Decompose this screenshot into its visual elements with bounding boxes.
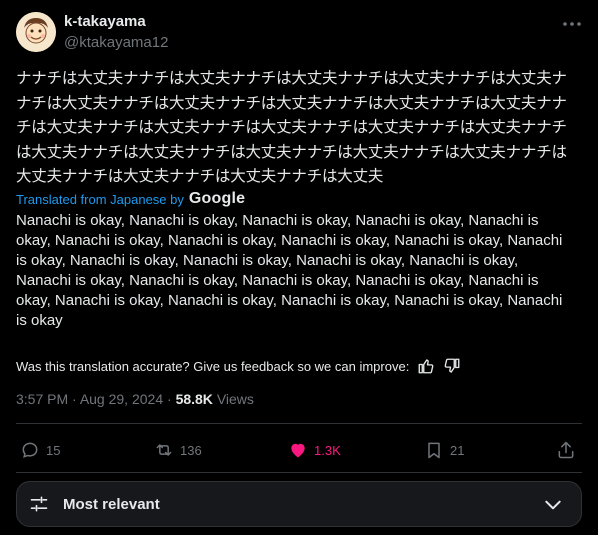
post-time[interactable]: 3:57 PM [16, 391, 68, 407]
bookmark-count: 21 [450, 442, 465, 458]
bookmark-button[interactable]: 21 [424, 438, 464, 462]
reply-button[interactable]: 15 [20, 438, 60, 462]
divider [16, 423, 582, 424]
translated-text: Nanachi is okay, Nanachi is okay, Nanach… [16, 212, 563, 329]
author-handle[interactable]: @ktakayama12 [64, 34, 168, 51]
views-count: 58.8K [175, 391, 213, 407]
post-date[interactable]: Aug 29, 2024 [80, 391, 163, 407]
chevron-down-icon [545, 500, 561, 510]
share-button[interactable] [556, 438, 576, 462]
repost-count: 136 [180, 442, 202, 458]
translated-from-label: Translated from Japanese by [16, 191, 184, 207]
more-options-icon[interactable] [560, 14, 584, 34]
sort-label: Most relevant [63, 495, 160, 513]
thumbs-up-icon[interactable] [417, 357, 435, 375]
post-meta: 3:57 PM · Aug 29, 2024 · 58.8K Views [16, 391, 254, 407]
author-name[interactable]: k-takayama [64, 13, 146, 30]
translation-feedback: Was this translation accurate? Give us f… [16, 357, 461, 375]
filter-sliders-icon [30, 496, 48, 512]
share-icon [558, 441, 574, 459]
meta-separator: · [167, 391, 176, 407]
views-label: Views [216, 391, 254, 407]
feedback-label: Was this translation accurate? Give us f… [16, 358, 410, 374]
post-text: ナナチは大丈夫ナナチは大丈夫ナナチは大丈夫ナナチは大丈夫ナナチは大丈夫ナナチは大… [16, 69, 567, 185]
meta-separator: · [72, 391, 80, 407]
translation-attribution[interactable]: Translated from Japanese by Google [16, 190, 245, 208]
like-button[interactable]: 1.3K [288, 438, 341, 462]
thumbs-down-icon[interactable] [443, 357, 461, 375]
avatar[interactable] [16, 12, 56, 52]
google-logo: Google [188, 190, 246, 207]
like-count: 1.3K [314, 442, 341, 458]
repost-button[interactable]: 136 [154, 438, 202, 462]
reply-icon [22, 442, 38, 458]
heart-icon [291, 443, 305, 458]
divider [16, 472, 582, 473]
bookmark-icon [428, 442, 440, 459]
repost-icon [156, 444, 172, 456]
reply-count: 15 [46, 442, 61, 458]
reply-sort-dropdown[interactable]: Most relevant [16, 481, 582, 527]
